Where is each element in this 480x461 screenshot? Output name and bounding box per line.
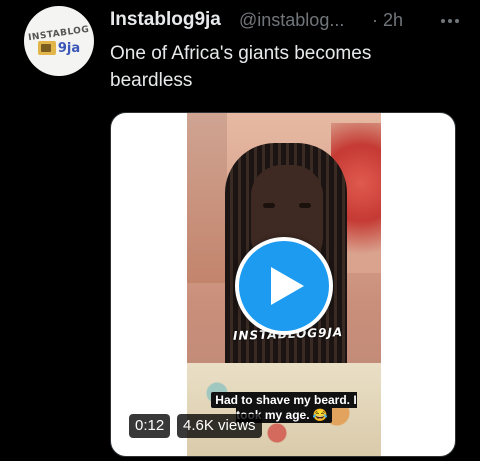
more-horizontal-icon-dot xyxy=(455,19,459,23)
tweet-header: Instablog9ja @instablog... · 2h xyxy=(110,9,470,33)
timestamp-separator: · xyxy=(372,10,378,30)
play-icon xyxy=(271,267,304,305)
video-duration-badge: 0:12 xyxy=(129,414,171,438)
avatar-logo-block-icon xyxy=(37,41,56,55)
avatar[interactable]: INSTABLOG 9ja xyxy=(24,6,94,76)
author-handle[interactable]: @instablog... xyxy=(239,10,344,31)
more-options-button[interactable] xyxy=(436,9,464,33)
avatar-logo-mark: 9ja xyxy=(37,40,81,56)
play-button[interactable] xyxy=(235,237,333,335)
author-display-name[interactable]: Instablog9ja xyxy=(110,9,221,31)
timestamp-value: 2h xyxy=(383,10,404,30)
tweet-text: One of Africa's giants becomes beardless xyxy=(110,43,372,91)
thumbnail-background-left xyxy=(187,113,227,283)
tweet-timestamp[interactable]: · 2h xyxy=(372,10,403,31)
video-views-badge: 4.6K views xyxy=(177,414,262,438)
avatar-logo-number: 9ja xyxy=(57,40,81,56)
tweet[interactable]: INSTABLOG 9ja Instablog9ja @instablog...… xyxy=(0,0,480,461)
video-player[interactable]: INSTABLOG9JA Had to shave my beard. I to… xyxy=(110,112,456,457)
more-horizontal-icon xyxy=(441,19,445,23)
more-horizontal-icon-dot xyxy=(448,19,452,23)
